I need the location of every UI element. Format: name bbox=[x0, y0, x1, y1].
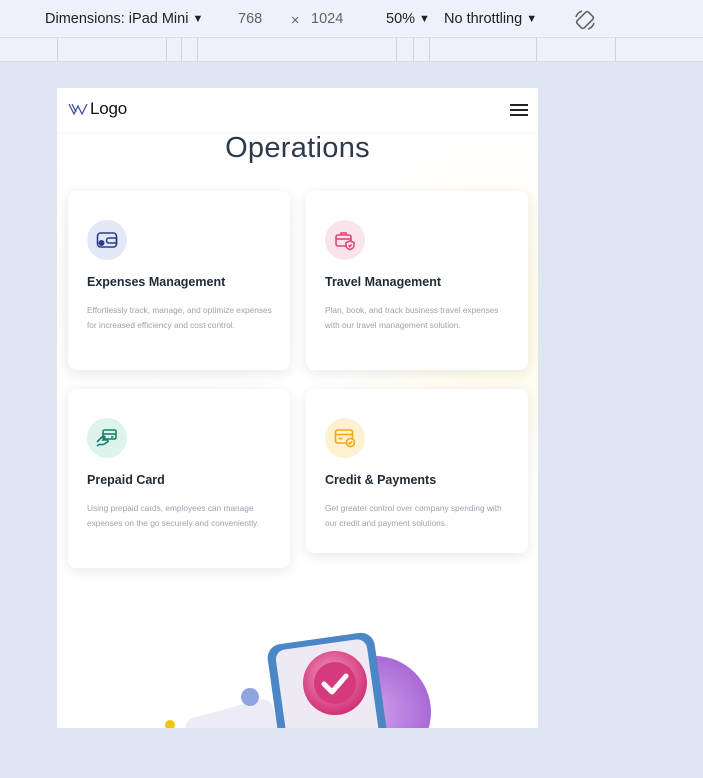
ruler-tick bbox=[536, 38, 537, 61]
briefcase-shield-icon bbox=[325, 220, 365, 260]
card-description: Plan, book, and track business travel ex… bbox=[325, 305, 499, 330]
logo-text: Logo bbox=[90, 99, 128, 118]
card-title: Expenses Management bbox=[87, 275, 226, 289]
device-select[interactable]: Dimensions: iPad Mini ▼ bbox=[45, 11, 203, 27]
card-description: Effortlessly track, manage, and optimize… bbox=[87, 305, 272, 330]
zoom-select[interactable]: 50% ▼ bbox=[386, 11, 430, 27]
logo-mark-icon bbox=[68, 103, 88, 116]
ruler-tick bbox=[181, 38, 182, 61]
chevron-down-icon: ▼ bbox=[526, 13, 538, 25]
card-title: Travel Management bbox=[325, 275, 442, 289]
times-icon: × bbox=[291, 13, 300, 29]
ruler-tick bbox=[57, 38, 58, 61]
card-credit-payments[interactable]: Credit & Payments Get greater control ov… bbox=[306, 389, 528, 553]
site-logo[interactable]: Logo bbox=[68, 99, 127, 119]
ruler-tick bbox=[396, 38, 397, 61]
card-description: Get greater control over company spendin… bbox=[325, 503, 502, 528]
device-label: Dimensions: iPad Mini bbox=[45, 11, 189, 27]
throttling-label: No throttling bbox=[444, 11, 523, 27]
throttling-select[interactable]: No throttling ▼ bbox=[444, 11, 537, 27]
ruler-tick bbox=[413, 38, 414, 61]
media-query-ruler[interactable] bbox=[0, 38, 703, 62]
emulated-viewport: Logo Operations Expenses Management Effo… bbox=[57, 88, 538, 728]
width-input[interactable]: 768 bbox=[238, 11, 262, 27]
ruler-tick bbox=[166, 38, 167, 61]
ruler-tick bbox=[197, 38, 198, 61]
device-toolbar: Dimensions: iPad Mini ▼ 768 × 1024 50% ▼… bbox=[0, 0, 703, 38]
chevron-down-icon: ▼ bbox=[192, 13, 204, 25]
card-hand-icon bbox=[87, 418, 127, 458]
card-travel-management[interactable]: Travel Management Plan, book, and track … bbox=[306, 191, 528, 370]
phone-check-illustration bbox=[165, 632, 431, 728]
chevron-down-icon: ▼ bbox=[419, 13, 430, 25]
hamburger-menu-icon[interactable] bbox=[510, 104, 528, 116]
card-description: Using prepaid cards, employees can manag… bbox=[87, 503, 259, 528]
card-prepaid-card[interactable]: Prepaid Card Using prepaid cards, employ… bbox=[68, 389, 290, 568]
zoom-label: 50% bbox=[386, 11, 416, 27]
credit-card-check-icon bbox=[325, 418, 365, 458]
card-title: Credit & Payments bbox=[325, 473, 437, 487]
wallet-icon bbox=[87, 220, 127, 260]
rotate-icon[interactable] bbox=[574, 9, 596, 31]
ruler-tick bbox=[615, 38, 616, 61]
ruler-tick bbox=[429, 38, 430, 61]
site-navbar: Logo bbox=[57, 88, 538, 132]
card-title: Prepaid Card bbox=[87, 473, 165, 487]
card-expenses-management[interactable]: Expenses Management Effortlessly track, … bbox=[68, 191, 290, 370]
section-heading: Operations bbox=[225, 132, 370, 164]
height-input[interactable]: 1024 bbox=[311, 11, 343, 27]
